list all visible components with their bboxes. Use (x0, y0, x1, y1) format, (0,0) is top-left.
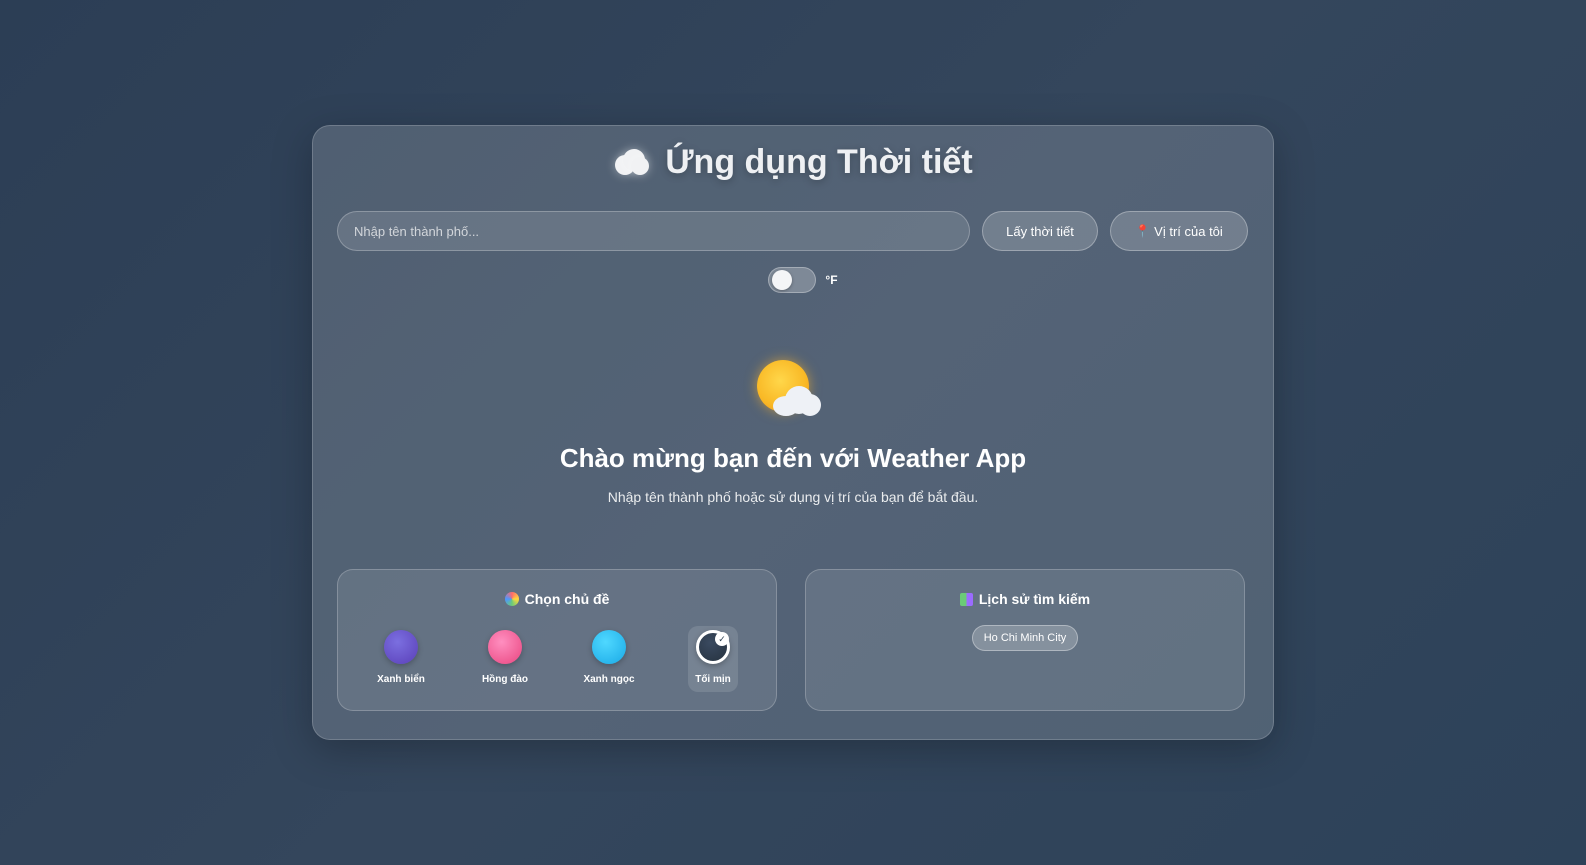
theme-title-text: Chọn chủ đề (524, 591, 610, 607)
theme-label: Xanh biển (377, 674, 425, 685)
fahrenheit-toggle[interactable] (768, 267, 817, 293)
get-weather-button[interactable]: Lấy thời tiết (982, 211, 1098, 251)
cloud-icon (613, 147, 651, 177)
city-search-input[interactable] (337, 211, 970, 251)
history-icon (959, 592, 973, 606)
theme-label: Hồng đào (481, 674, 529, 685)
theme-swatch: ✓ (696, 630, 730, 664)
app-title: Ứng dụng Thời tiết (665, 142, 973, 181)
history-panel-title: Lịch sử tìm kiếm (806, 591, 1244, 607)
theme-swatch (384, 630, 418, 664)
theme-option-xanh-bien[interactable]: Xanh biển (376, 626, 426, 692)
my-location-button[interactable]: 📍 Vị trí của tôi (1110, 211, 1248, 251)
theme-panel-title: Chọn chủ đề (338, 591, 776, 607)
theme-option-xanh-ngoc[interactable]: Xanh ngọc (583, 626, 635, 692)
history-chip[interactable]: Ho Chi Minh City (972, 625, 1078, 651)
theme-panel: Chọn chủ đề Xanh biển Hồng đào Xanh ngọc… (337, 569, 777, 711)
theme-label: Xanh ngọc (583, 674, 635, 685)
app-header: Ứng dụng Thời tiết (313, 140, 1273, 184)
welcome-title: Chào mừng bạn đến với Weather App (559, 443, 1027, 473)
history-title-text: Lịch sử tìm kiếm (978, 591, 1091, 607)
unit-label: °F (825, 273, 838, 287)
get-weather-label: Lấy thời tiết (1006, 223, 1074, 239)
sun-behind-cloud-icon (755, 358, 821, 418)
unit-toggle-row: °F (313, 267, 1273, 293)
theme-swatch (592, 630, 626, 664)
theme-swatch (488, 630, 522, 664)
theme-option-toi-min[interactable]: ✓ Tối mịn (688, 626, 738, 692)
theme-list: Xanh biển Hồng đào Xanh ngọc ✓ Tối mịn (338, 626, 776, 692)
palette-icon (504, 592, 519, 606)
search-bar: Lấy thời tiết 📍 Vị trí của tôi (337, 211, 1249, 251)
theme-label: Tối mịn (695, 674, 731, 685)
check-icon: ✓ (715, 632, 729, 646)
welcome-subtitle: Nhập tên thành phố hoặc sử dụng vị trí c… (607, 489, 979, 505)
theme-option-hong-dao[interactable]: Hồng đào (480, 626, 530, 692)
history-panel: Lịch sử tìm kiếm Ho Chi Minh City (805, 569, 1245, 711)
pin-icon: 📍 (1135, 224, 1151, 238)
toggle-knob (772, 270, 793, 290)
my-location-label: Vị trí của tôi (1154, 223, 1223, 239)
weather-app-card: Ứng dụng Thời tiết Lấy thời tiết 📍 Vị tr… (312, 125, 1274, 740)
